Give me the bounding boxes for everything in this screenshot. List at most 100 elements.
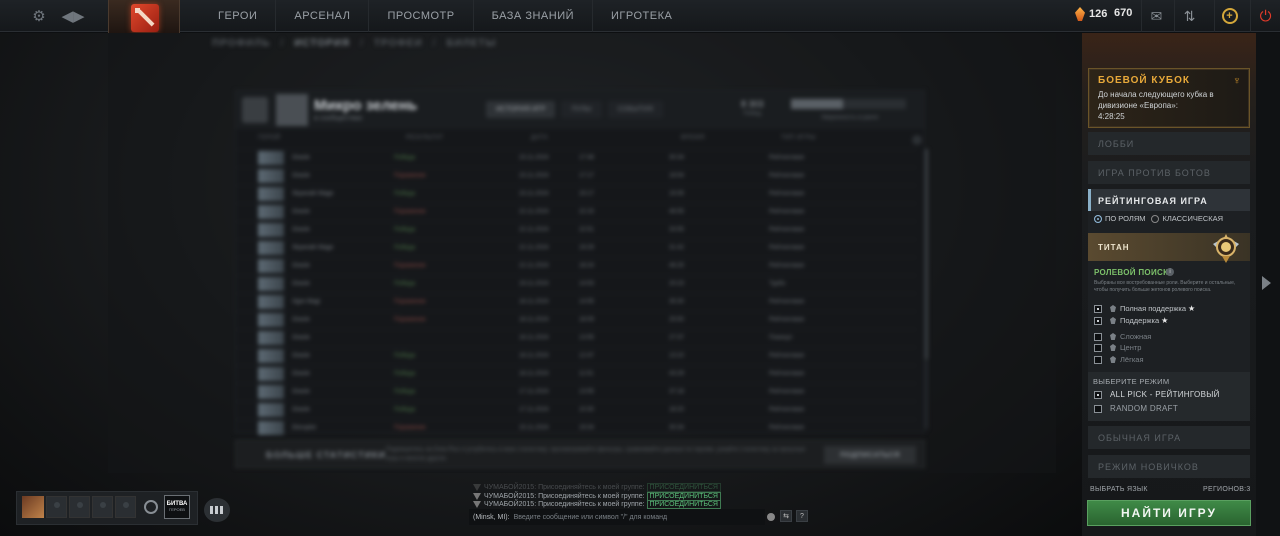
- battle-cup-title: БОЕВОЙ КУБОК: [1098, 75, 1190, 86]
- tab-pools[interactable]: ПУЛЫ: [561, 101, 602, 118]
- nav-arcade[interactable]: ИГРОТЕКА: [592, 0, 690, 32]
- table-row[interactable]: Oracle Поражение 22.11.2024 22:15 46:55 Рейти…: [236, 203, 916, 220]
- radio-classic-label: КЛАССИЧЕСКАЯ: [1162, 214, 1224, 223]
- breadcrumb-tickets[interactable]: БИЛЕТЫ: [446, 38, 496, 49]
- party-slot[interactable]: [69, 496, 90, 518]
- match-result: Победа: [394, 353, 416, 359]
- table-row[interactable]: Oracle Победа 19.11.2024 14:53 20:23 Турбо: [236, 275, 916, 292]
- back-forward-icon[interactable]: ◀▶: [60, 5, 86, 27]
- find-match-button[interactable]: НАЙТИ ИГРУ: [1087, 500, 1251, 526]
- profile-emblem: [242, 97, 268, 123]
- checkbox[interactable]: [1094, 304, 1102, 313]
- table-row[interactable]: Oracle 18.11.2024 13:55 27:37 Покинул: [236, 329, 916, 346]
- settings-gear-icon[interactable]: ⚙: [28, 5, 50, 27]
- mode-ranked[interactable]: РЕЙТИНГОВАЯ ИГРА: [1088, 189, 1250, 212]
- chat-user[interactable]: ЧУМАБОЙ2015: [484, 501, 534, 508]
- radio-by-roles[interactable]: ПО РОЛЯМ: [1094, 214, 1145, 224]
- mode-random-draft[interactable]: RANDOM DRAFT: [1094, 404, 1178, 413]
- table-row[interactable]: Oracle Победа 17.11.2024 10:30 18:20 Рейтинго…: [236, 401, 916, 418]
- checkbox[interactable]: [1094, 355, 1102, 364]
- col-date[interactable]: ДАТА: [531, 135, 681, 147]
- voice-chat-icon[interactable]: [144, 500, 158, 514]
- checkbox[interactable]: [1094, 343, 1102, 352]
- role-hard-support[interactable]: Полная поддержка ★: [1094, 304, 1195, 313]
- col-type[interactable]: ТИП ИГРЫ: [781, 135, 881, 147]
- col-result[interactable]: РЕЗУЛЬТАТ: [406, 135, 531, 147]
- role-offlane[interactable]: Сложная: [1094, 332, 1151, 341]
- table-row[interactable]: Oracle Победа 18.11.2024 11:51 43:29 Рейтинго…: [236, 365, 916, 382]
- mode-lobby[interactable]: ЛОББИ: [1088, 132, 1250, 155]
- table-row[interactable]: Oracle Победа 23.11.2024 17:48 30:34 Рейтинго…: [236, 149, 916, 166]
- nav-armory[interactable]: АРСЕНАЛ: [275, 0, 368, 32]
- avatar[interactable]: [276, 94, 308, 126]
- table-row[interactable]: Ogre Magi Поражение 18.11.2024 14:55 35:30 Ре…: [236, 293, 916, 310]
- battle-cup-button[interactable]: БИТВА ГЕРОЕВ: [164, 495, 190, 519]
- emoji-icon[interactable]: [767, 513, 775, 521]
- role-support[interactable]: Поддержка ★: [1094, 316, 1168, 325]
- col-hero[interactable]: ГЕРОЙ: [236, 135, 406, 147]
- chevron-right-icon[interactable]: [1262, 276, 1271, 290]
- info-icon[interactable]: i: [1166, 268, 1174, 276]
- avatar[interactable]: [22, 496, 44, 518]
- table-row[interactable]: Oracle Победа 22.11.2024 22:51 33:55 Рейтинго…: [236, 221, 916, 238]
- dota-plus-button[interactable]: +: [1214, 0, 1244, 32]
- table-row[interactable]: Oracle Поражение 18.11.2024 18:09 25:50 Рейти…: [236, 311, 916, 328]
- chat-user[interactable]: ЧУМАБОЙ2015: [484, 484, 534, 491]
- table-row[interactable]: Oracle Поражение 23.11.2024 17:17 18:54 Рейти…: [236, 167, 916, 184]
- breadcrumb-history[interactable]: ИСТОРИЯ: [294, 38, 350, 49]
- radio-classic[interactable]: КЛАССИЧЕСКАЯ: [1151, 214, 1224, 224]
- help-icon[interactable]: ?: [796, 510, 808, 522]
- tab-match-history[interactable]: ИСТОРИЯ ИГР: [486, 101, 556, 118]
- breadcrumb-profile[interactable]: ПРОФИЛЬ: [212, 38, 270, 49]
- scrollbar[interactable]: [925, 149, 928, 429]
- power-button[interactable]: ⏻: [1250, 0, 1280, 32]
- match-date: 22.11.2024: [519, 245, 549, 251]
- checkbox[interactable]: [1094, 316, 1102, 325]
- match-time: 11:51: [579, 371, 594, 377]
- table-row[interactable]: Oracle Победа 17.11.2024 13:55 37:18 Рейтинго…: [236, 383, 916, 400]
- battle-cup-card[interactable]: БОЕВОЙ КУБОК ♆ До начала следующего кубк…: [1088, 68, 1250, 128]
- table-row[interactable]: Oracle Поражение 22.11.2024 18:24 46:25 Рейти…: [236, 257, 916, 274]
- chat-text: Присоединяйтесь к моей группе:: [538, 484, 645, 491]
- role-safe[interactable]: Лёгкая: [1094, 355, 1144, 364]
- party-slot[interactable]: [115, 496, 136, 518]
- nav-heroes[interactable]: ГЕРОИ: [200, 0, 275, 32]
- mode-newbie[interactable]: РЕЖИМ НОВИЧКОВ: [1088, 455, 1250, 478]
- table-row[interactable]: Skywrath Mage Победа 23.11.2024 15:17 19:35 Р…: [236, 185, 916, 202]
- dota-home-tab[interactable]: [108, 0, 180, 35]
- region-select[interactable]: РЕГИОНОВ:3: [1203, 486, 1251, 493]
- table-row[interactable]: Disruptor Поражение 15.11.2024 19:34 30:34 Ре…: [236, 419, 916, 436]
- language-select[interactable]: ВЫБРАТЬ ЯЗЫК: [1090, 486, 1148, 493]
- gems-balance[interactable]: 670: [1114, 7, 1132, 19]
- chat-user[interactable]: ЧУМАБОЙ2015: [484, 493, 534, 500]
- hero-name: Oracle: [292, 209, 310, 215]
- breadcrumb-trophies[interactable]: ТРОФЕИ: [374, 38, 423, 49]
- checkbox[interactable]: [1094, 390, 1102, 399]
- party-options-button[interactable]: [204, 498, 230, 522]
- join-party-link[interactable]: ПРИСОЕДИНИТЬСЯ: [646, 500, 721, 509]
- checkbox[interactable]: [1094, 332, 1102, 341]
- mail-icon[interactable]: ✉: [1141, 0, 1171, 32]
- chat-input[interactable]: (Minsk, MI): Введите сообщение или симво…: [469, 509, 765, 525]
- table-row[interactable]: Skywrath Mage Победа 22.11.2024 19:29 31:42 Р…: [236, 239, 916, 256]
- join-party-link[interactable]: ПРИСОЕДИНИТЬСЯ: [646, 483, 721, 492]
- chat-channels-icon[interactable]: ⇆: [780, 510, 792, 522]
- subscribe-button[interactable]: ПОДПИСАТЬСЯ: [824, 446, 916, 464]
- mode-unranked[interactable]: ОБЫЧНАЯ ИГРА: [1088, 426, 1250, 449]
- nav-watch[interactable]: ПРОСМОТР: [368, 0, 472, 32]
- mode-bots[interactable]: ИГРА ПРОТИВ БОТОВ: [1088, 161, 1250, 184]
- tab-events[interactable]: СОБЫТИЯ: [607, 101, 663, 118]
- table-row[interactable]: Oracle Победа 18.11.2024 12:47 13:10 Рейтинго…: [236, 347, 916, 364]
- role-mid[interactable]: Центр: [1094, 343, 1141, 352]
- table-settings-icon[interactable]: [912, 135, 922, 145]
- party-slot[interactable]: [92, 496, 113, 518]
- mode-all-pick[interactable]: ALL PICK - РЕЙТИНГОВЫЙ: [1094, 390, 1220, 399]
- party-slot[interactable]: [46, 496, 67, 518]
- col-duration[interactable]: ВРЕМЯ: [681, 135, 781, 147]
- shards-balance[interactable]: 126: [1075, 7, 1107, 21]
- match-type: Рейтинговая: [769, 173, 804, 179]
- nav-learn[interactable]: БАЗА ЗНАНИЙ: [472, 0, 592, 32]
- match-duration: 18:20: [669, 407, 685, 413]
- friends-icon[interactable]: ⇅: [1174, 0, 1204, 32]
- checkbox[interactable]: [1094, 404, 1102, 413]
